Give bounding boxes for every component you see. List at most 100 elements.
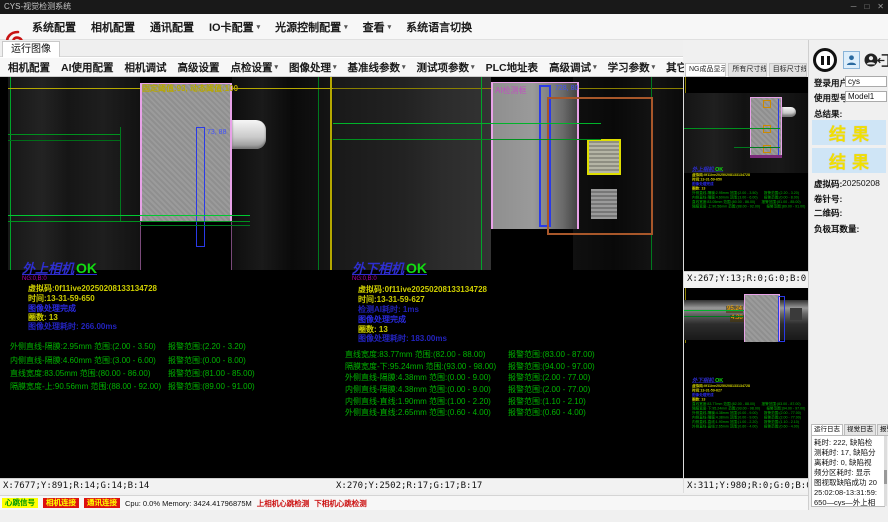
chevron-down-icon: ▾ [402, 63, 406, 71]
thumb-tab-ng-display[interactable]: NG成品显示 [685, 63, 726, 77]
ng-counter-line: NG:0,B:0 [352, 276, 377, 282]
camera-result-title: 外上相机OK [22, 258, 97, 277]
window-title: CYS-视觉检测系统 [4, 2, 71, 11]
thumbnail-view-top[interactable]: 外上相机 OK 虚拟码:0f11ive20250208133134728 时间:… [684, 77, 808, 271]
measurement-value: 外侧直线-隔膜:2.95mm 范围:(2.00 - 3.50) [10, 341, 156, 352]
thumb-tab-target-lines[interactable]: 目标尺寸线 [769, 63, 807, 77]
menu-item-comm-config[interactable]: 通讯配置 [150, 19, 194, 35]
vcode-value: 20250208 [842, 178, 880, 188]
connector-tab [782, 107, 796, 117]
measurement-value: 直线宽度:83.77mm 范围:(82.00 - 88.00) [345, 349, 486, 360]
image-background [333, 77, 491, 270]
image-background [684, 93, 808, 173]
ai-detect-box-label: AI检测框 [495, 85, 527, 96]
status-ok: OK [404, 260, 427, 276]
toolbar-advanced-debug[interactable]: 高级调试▾ [549, 60, 597, 75]
chevron-down-icon: ▾ [344, 23, 348, 31]
status-ok: OK [74, 260, 97, 276]
menu-item-language[interactable]: 系统语言切换 [406, 19, 472, 35]
pause-icon [827, 56, 830, 65]
camera-result-title: 外下相机OK [352, 258, 427, 277]
pin-number-label: 卷针号: [814, 193, 842, 205]
measurement-alarm: 报警范围:(2.00 - 77.00) [508, 384, 590, 395]
menu-item-camera-config[interactable]: 相机配置 [91, 19, 135, 35]
green-line [684, 128, 780, 129]
model-field[interactable]: Model1 [845, 91, 887, 102]
camera-view-lower-outer[interactable]: AI检测框 728, 80 外下相机OK NG:0,B:0 虚拟码:0f11iv… [333, 77, 683, 478]
log-scrollbar-thumb[interactable] [884, 470, 887, 484]
thumb-tab-all-lines[interactable]: 所有尺寸线 [728, 63, 766, 77]
exit-door-icon [877, 54, 888, 67]
heartbeat-status-badge: 心跳信号 [2, 498, 38, 508]
measurement-value: 隔膜宽度-上:90.56mm 范围:(88.00 - 92.00) [10, 381, 161, 392]
result-display-2: 结果 [812, 148, 886, 173]
separator-region [744, 294, 780, 342]
pause-icon [821, 56, 824, 65]
green-line [8, 221, 250, 222]
pixel-coords-thumb-bottom: X:311;Y:980;R:0;G:0;B:0 [684, 478, 808, 493]
person-icon [846, 54, 857, 66]
pause-button[interactable] [813, 48, 837, 72]
green-line [734, 147, 780, 148]
measurement-value: 内侧直线-直线:1.90mm 范围:(1.00 - 2.20) [345, 396, 491, 407]
toolbar-plc-table[interactable]: PLC地址表 [486, 60, 539, 75]
elapsed-line: 图像处理耗时: 266.00ms [28, 321, 117, 332]
pink-line [231, 222, 232, 270]
chevron-down-icon: ▾ [652, 63, 656, 71]
tab-count-label: 负极耳数量: [814, 223, 859, 235]
chevron-down-icon: ▾ [333, 63, 337, 71]
camera-image-lower-outer: AI检测框 728, 80 [333, 77, 683, 270]
menu-item-light-config[interactable]: 光源控制配置▾ [275, 19, 348, 35]
menu-item-system-config[interactable]: 系统配置 [32, 19, 76, 35]
operator-switch-button[interactable] [843, 51, 860, 69]
result-display-1: 结果 [812, 120, 886, 145]
measurement-value: 内侧直线-隔膜:4.60mm 范围:(3.00 - 6.00) [10, 355, 156, 366]
total-result-label: 总结果: [814, 108, 842, 120]
thumbnail-view-bottom[interactable]: 95.24 4.38 外下相机 OK 虚拟码:0f11ive2025020813… [684, 288, 808, 478]
blue-measure-box [778, 296, 785, 342]
toolbar-baseline-params[interactable]: 基准线参数▾ [348, 60, 406, 75]
close-button[interactable]: ✕ [877, 0, 884, 14]
pink-line [750, 155, 782, 158]
minimize-button[interactable]: ─ [851, 0, 857, 14]
separator-region [140, 83, 232, 222]
toolbar-camera-config[interactable]: 相机配置 [8, 60, 50, 75]
camera-view-upper-outer[interactable]: 固定阈值:93, 动态阈值:100 73, 88 外上相机OK NG:0,B:0… [0, 77, 333, 478]
pixel-coords-thumb-top: X:267;Y:13;R:0;G:0;B:0 [684, 271, 808, 286]
toolbar: 相机配置 AI使用配置 相机调试 高级设置 点检设置▾ 图像处理▾ 基准线参数▾… [0, 57, 683, 77]
toolbar-image-processing[interactable]: 图像处理▾ [289, 60, 337, 75]
measurement-value: 外侧直线-隔膜:4.38mm 范围:(0.00 - 9.00) [345, 372, 491, 383]
measurement-alarm: 报警范围:(0.60 - 4.00) [508, 407, 586, 418]
upper-camera-heartbeat-warning: 上相机心跳检测 [257, 498, 310, 509]
chevron-down-icon: ▾ [471, 63, 475, 71]
toolbar-camera-debug[interactable]: 相机调试 [125, 60, 167, 75]
elapsed-line: 图像处理耗时: 183.00ms [358, 333, 447, 344]
measurement-value: 隔膜宽度-下:95.24mm 范围:(93.00 - 98.00) [345, 361, 496, 372]
thumbnail-tab-strip: NG成品显示 所有尺寸线 目标尺寸线 [684, 62, 808, 77]
measurement-alarm: 报警范围:(2.20 - 3.20) [168, 341, 246, 352]
pixel-coords-upper-outer: X:7677;Y:891;R:14;G:14;B:14 [0, 478, 333, 493]
tab-strip: 运行图像 [0, 40, 683, 57]
toolbar-learn-params[interactable]: 学习参数▾ [608, 60, 656, 75]
toolbar-advanced-settings[interactable]: 高级设置 [178, 60, 220, 75]
blue-measure-label: 728, 80 [555, 85, 578, 92]
chevron-down-icon: ▾ [257, 23, 261, 31]
logout-button[interactable] [875, 51, 888, 69]
camera-link-status-badge: 相机连接 [43, 498, 79, 508]
menu-item-view[interactable]: 查看▾ [363, 19, 392, 35]
app-window: CYS-视觉检测系统 ─ □ ✕ 系统配置 相机配置 通讯配置 IO卡配置▾ 光… [0, 0, 888, 522]
yellow-roi-box [587, 139, 621, 175]
menu-item-io-config[interactable]: IO卡配置▾ [209, 19, 260, 35]
toolbar-spot-check[interactable]: 点检设置▾ [231, 60, 279, 75]
ng-counter-line: NG:0,B:0 [22, 276, 47, 282]
measurement-alarm: 报警范围:(1.10 - 2.10) [508, 396, 586, 407]
toolbar-test-params[interactable]: 测试项参数▾ [417, 60, 475, 75]
green-line [333, 123, 601, 124]
toolbar-ai-config[interactable]: AI使用配置 [61, 60, 114, 75]
login-user-field[interactable]: cys [845, 76, 887, 87]
tab-run-image[interactable]: 运行图像 [2, 41, 60, 57]
vcode-label: 虚拟码: [814, 178, 842, 190]
measurement-alarm: 报警范围:(94.00 - 97.00) [508, 361, 595, 372]
maximize-button[interactable]: □ [864, 0, 869, 14]
pink-line [140, 222, 141, 270]
